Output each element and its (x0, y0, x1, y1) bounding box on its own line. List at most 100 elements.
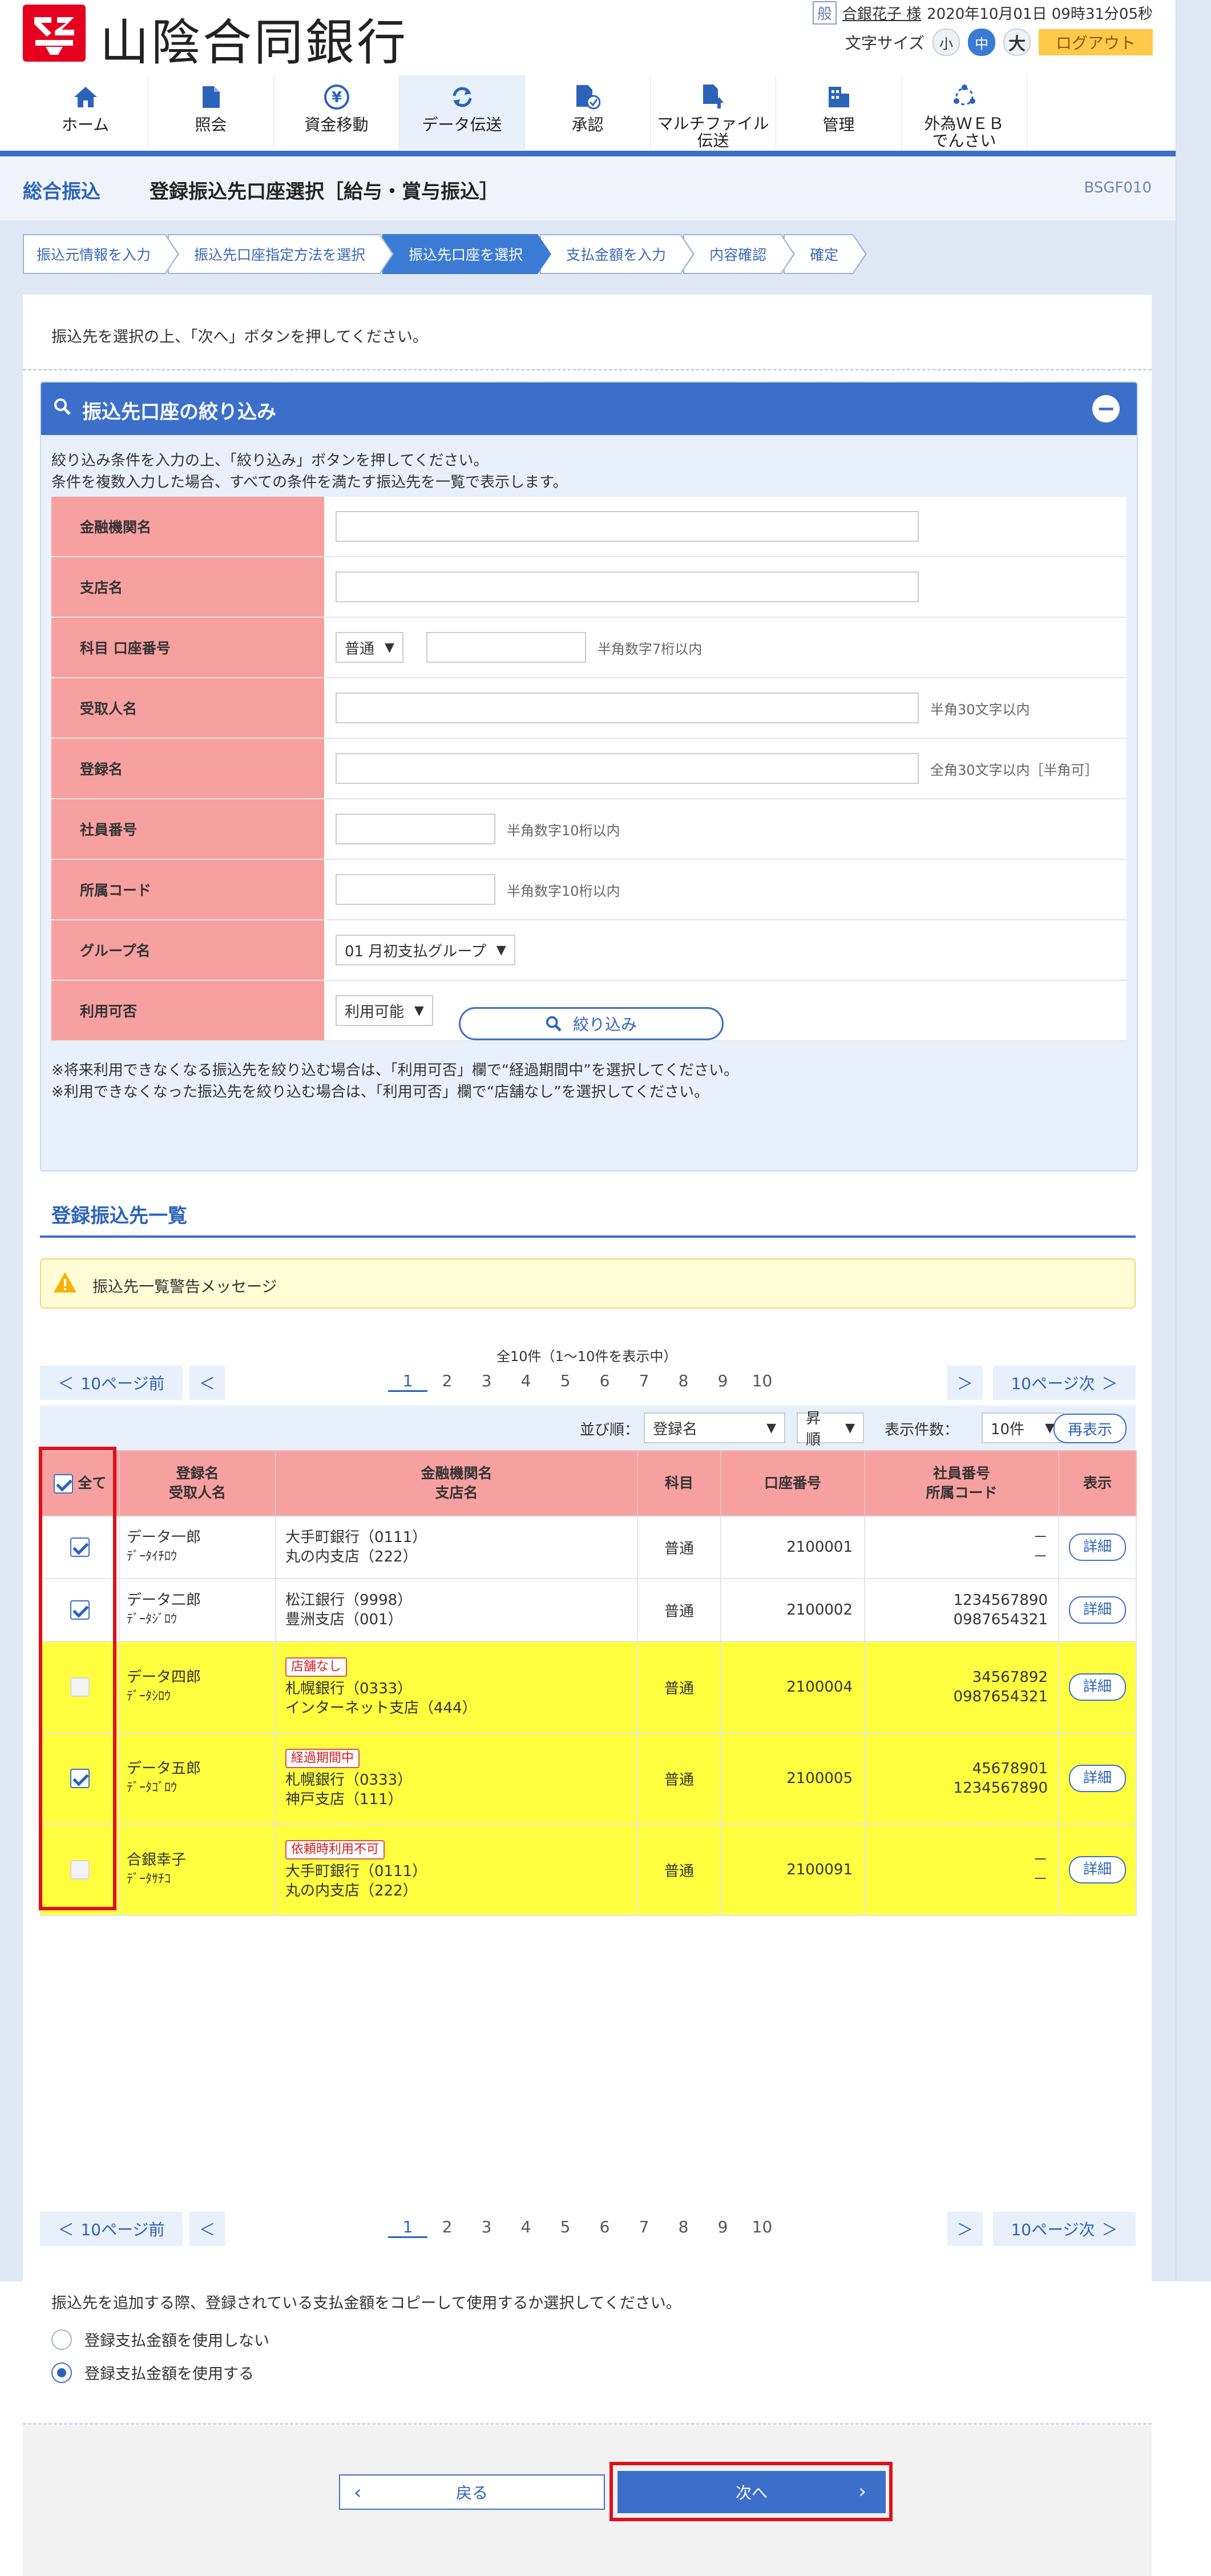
redisplay-button[interactable]: 再表示 (1053, 1414, 1127, 1443)
page-category: 総合振込 (23, 180, 100, 203)
nav-home[interactable]: ホーム (23, 75, 148, 150)
prev-page-button[interactable]: ＜ (189, 1366, 225, 1400)
registered-name-input[interactable] (336, 753, 919, 784)
field-label: 所属コード (51, 860, 324, 919)
group-select[interactable]: 01 月初支払グループ ▼ (336, 935, 515, 965)
page-2[interactable]: 2 (427, 2217, 467, 2238)
user-name-link[interactable]: 合銀花子 様 (842, 2, 921, 23)
filter-header[interactable]: 振込先口座の絞り込み − (41, 383, 1137, 435)
detail-button[interactable]: 詳細 (1069, 1533, 1126, 1561)
detail-button[interactable]: 詳細 (1069, 1673, 1126, 1701)
account-type: 普通 (637, 1641, 721, 1733)
nav-inquiry[interactable]: 照会 (148, 75, 274, 150)
status-badge: 経過期間中 (285, 1749, 360, 1768)
header-text: 受取人名 (168, 1484, 226, 1501)
filter-row-dept: 所属コード 半角数字10桁以内 (51, 860, 1127, 920)
nav-multi-file[interactable]: マルチファイル 伝送 (651, 75, 776, 150)
page-1[interactable]: 1 (388, 1371, 427, 1392)
filter-title: 振込先口座の絞り込み (82, 401, 276, 424)
page-3[interactable]: 3 (467, 2217, 506, 2238)
prev-10-pages-button[interactable]: ＜ 10ページ前 (40, 2212, 183, 2246)
page-8[interactable]: 8 (664, 1371, 703, 1392)
page-5[interactable]: 5 (546, 2217, 585, 2238)
recipient-name-input[interactable] (336, 693, 919, 723)
field-label: グループ名 (51, 920, 324, 980)
nav-label: 管理 (822, 115, 855, 134)
page-10[interactable]: 10 (742, 1371, 782, 1392)
list-title-rule (40, 1235, 1136, 1238)
nav-management[interactable]: 管理 (776, 75, 902, 150)
account-number: 2100001 (720, 1515, 865, 1579)
copy-option-yes[interactable]: 登録支払金額を使用する (51, 2361, 254, 2384)
row-checkbox[interactable] (70, 1600, 90, 1620)
page-9[interactable]: 9 (703, 1371, 742, 1392)
usable-select[interactable]: 利用可能 ▼ (336, 995, 433, 1026)
page-1[interactable]: 1 (388, 2217, 427, 2238)
page-7[interactable]: 7 (624, 2217, 664, 2238)
registered-name: データ二郎 (127, 1592, 201, 1609)
table-row: データ四郎 ﾃﾞｰﾀｼﾛｳ 店舗なし 札幌銀行（0333） インターネット支店（444… (40, 1641, 1137, 1733)
row-checkbox-disabled[interactable] (70, 1860, 90, 1879)
account-number: 2100091 (720, 1824, 865, 1916)
radio-button[interactable] (51, 2329, 72, 2350)
account-number-input[interactable] (426, 632, 586, 663)
row-checkbox[interactable] (70, 1537, 90, 1557)
chevron-down-icon: ▼ (496, 943, 506, 957)
prev-10-pages-button[interactable]: ＜ 10ページ前 (40, 1366, 183, 1400)
scrollbar-track[interactable] (1176, 0, 1211, 2281)
employee-number-input[interactable] (336, 814, 495, 844)
page-6[interactable]: 6 (585, 1371, 624, 1392)
filter-button[interactable]: 絞り込み (459, 1007, 724, 1040)
page-numbers: 1 2 3 4 5 6 7 8 9 10 (388, 2217, 782, 2238)
field-hint: 半角数字7桁以内 (597, 641, 703, 657)
detail-button[interactable]: 詳細 (1069, 1765, 1126, 1792)
employee-number: 34567892 (972, 1669, 1048, 1686)
row-checkbox-disabled[interactable] (70, 1677, 90, 1697)
page-9[interactable]: 9 (703, 2217, 742, 2238)
next-button[interactable]: 次へ › (617, 2471, 886, 2513)
page-3[interactable]: 3 (467, 1371, 506, 1392)
user-info: 般 合銀花子 様 2020年10月01日 09時31分05秒 (812, 1, 1153, 25)
logout-button[interactable]: ログアウト (1039, 29, 1153, 55)
dept-code-input[interactable] (336, 874, 495, 905)
nav-fx-web[interactable]: 外為ＷＥＢ でんさい (902, 75, 1027, 150)
sort-order-select[interactable]: 昇順 ▼ (797, 1410, 864, 1448)
next-10-pages-button[interactable]: 10ページ次 ＞ (993, 2212, 1136, 2246)
nav-approval[interactable]: 承認 (525, 75, 651, 150)
page-8[interactable]: 8 (664, 2217, 703, 2238)
page-6[interactable]: 6 (585, 2217, 624, 2238)
collapse-icon[interactable]: − (1092, 395, 1120, 422)
detail-button[interactable]: 詳細 (1069, 1856, 1126, 1883)
sort-field-select[interactable]: 登録名 ▼ (644, 1412, 785, 1443)
next-page-button[interactable]: ＞ (947, 2212, 983, 2246)
chevron-right-icon: › (858, 2480, 866, 2503)
prev-page-button[interactable]: ＜ (189, 2212, 225, 2246)
bank-logo-mark (23, 5, 86, 62)
row-checkbox[interactable] (70, 1769, 90, 1788)
next-10-pages-button[interactable]: 10ページ次 ＞ (993, 1366, 1136, 1400)
page-7[interactable]: 7 (624, 1371, 664, 1392)
copy-option-no[interactable]: 登録支払金額を使用しない (51, 2328, 269, 2350)
svg-text:¥: ¥ (331, 89, 341, 106)
account-type-select[interactable]: 普通 ▼ (336, 632, 403, 663)
bank-name-input[interactable] (336, 511, 919, 542)
page-4[interactable]: 4 (506, 2217, 546, 2238)
font-small-button[interactable]: 小 (933, 29, 960, 56)
font-large-button[interactable]: 大 (1003, 29, 1031, 56)
page-10[interactable]: 10 (742, 2217, 782, 2238)
per-page-select[interactable]: 10件 ▼ (982, 1412, 1064, 1443)
nav-fund-transfer[interactable]: ¥ 資金移動 (274, 75, 399, 150)
page-5[interactable]: 5 (546, 1371, 585, 1392)
branch-name-input[interactable] (336, 571, 919, 602)
select-all-checkbox[interactable] (53, 1474, 73, 1494)
next-page-button[interactable]: ＞ (947, 1366, 983, 1400)
nav-data-transmission[interactable]: データ伝送 (399, 75, 525, 150)
detail-button[interactable]: 詳細 (1069, 1596, 1126, 1624)
page-2[interactable]: 2 (427, 1371, 467, 1392)
back-button[interactable]: ‹ 戻る (339, 2474, 605, 2510)
employee-number: 45678901 (972, 1760, 1048, 1777)
page-4[interactable]: 4 (506, 1371, 546, 1392)
radio-button-selected[interactable] (51, 2362, 72, 2383)
account-type: 普通 (637, 1515, 721, 1579)
font-medium-button[interactable]: 中 (968, 29, 995, 56)
